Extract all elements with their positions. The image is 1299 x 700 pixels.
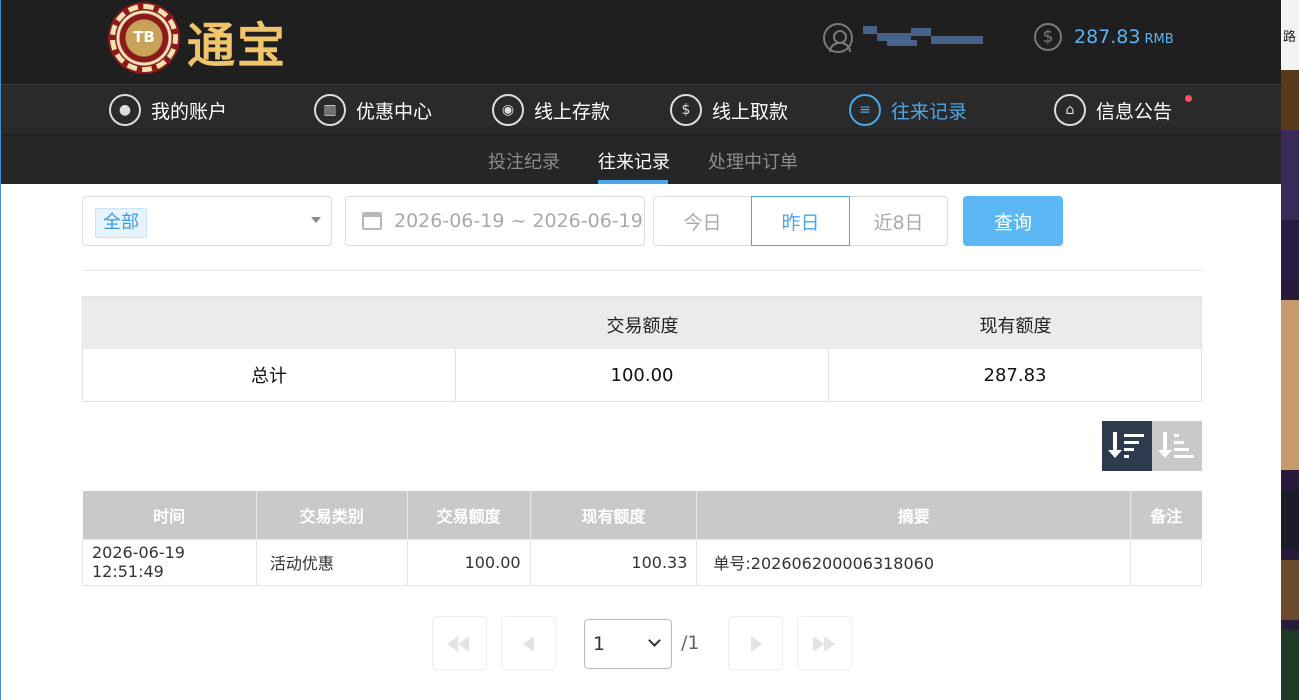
calendar-icon	[362, 212, 382, 230]
main-window: TB 通宝 $ 287.83RMB ● 我的账户 ▥ 优惠中心 ◉ 线上存款	[0, 0, 1281, 700]
left-icon	[523, 636, 534, 652]
cell-time: 2026-06-19 12:51:49	[82, 538, 257, 586]
summary-header-balance: 现有额度	[979, 316, 1052, 337]
nav-item-my-account[interactable]: ● 我的账户	[109, 93, 227, 127]
nav-label: 往来记录	[891, 100, 968, 123]
sub-nav: 投注纪录 往来记录 处理中订单	[1, 134, 1281, 184]
records-icon: ≡	[849, 94, 881, 126]
nav-item-records[interactable]: ≡ 往来记录	[849, 93, 967, 127]
caret-down-icon	[311, 217, 321, 223]
cell-balance: 100.33	[529, 538, 698, 586]
gift-icon: ▥	[314, 94, 346, 126]
page-select[interactable]: 1	[584, 619, 672, 669]
active-tab-indicator	[598, 180, 668, 184]
nav-item-withdraw[interactable]: $ 线上取款	[670, 93, 788, 127]
table-header-row: 时间 交易类别 交易额度 现有额度 摘要 备注	[82, 491, 1202, 539]
balance-display: 287.83 RMB	[1074, 26, 1174, 48]
dollar-coin-icon: $	[1034, 23, 1062, 51]
nav-item-announcements[interactable]: ⌂ 信息公告	[1054, 93, 1172, 127]
background-text: 路	[1283, 30, 1297, 45]
main-nav: ● 我的账户 ▥ 优惠中心 ◉ 线上存款 $ 线上取款 ≡ 往来记录 ⌂ 信息公…	[1, 84, 1281, 134]
user-icon: ●	[109, 94, 141, 126]
withdraw-icon: $	[670, 94, 702, 126]
col-amount: 交易额度	[407, 491, 531, 539]
sort-lines-icon	[1124, 433, 1144, 458]
tab-bet-records[interactable]: 投注纪录	[488, 148, 560, 174]
logo-chip-icon[interactable]: TB	[108, 2, 180, 74]
cell-type: 活动优惠	[255, 538, 408, 586]
sort-lines-icon	[1174, 433, 1194, 458]
logo-badge: TB	[133, 28, 155, 46]
col-note: 备注	[1130, 491, 1202, 539]
nav-item-promotions[interactable]: ▥ 优惠中心	[314, 93, 432, 127]
logo-text[interactable]: 通宝	[187, 6, 287, 76]
right-icon	[751, 636, 762, 652]
tab-pending-orders[interactable]: 处理中订单	[708, 148, 798, 174]
chevron-down-icon	[648, 634, 661, 647]
transactions-table: 时间 交易类别 交易额度 现有额度 摘要 备注 2026-06-19 12:51…	[82, 491, 1202, 586]
background-window-strip: 路	[1281, 0, 1299, 700]
col-balance: 现有额度	[530, 491, 698, 539]
col-time: 时间	[82, 491, 257, 539]
summary-row: 总计 100.00 287.83	[83, 349, 1201, 401]
range-today-button[interactable]: 今日	[653, 196, 752, 246]
nav-item-deposit[interactable]: ◉ 线上存款	[492, 93, 610, 127]
nav-label: 线上取款	[712, 100, 789, 123]
cell-note	[1130, 538, 1202, 586]
account-icon[interactable]	[823, 23, 853, 53]
last-page-button[interactable]	[797, 616, 852, 670]
cell-amount: 100.00	[406, 538, 531, 586]
first-page-button[interactable]	[432, 616, 487, 670]
notification-dot	[1185, 95, 1192, 102]
double-right-icon	[813, 636, 824, 652]
page-total: /1	[681, 632, 700, 654]
nav-label: 我的账户	[151, 100, 228, 123]
balance-currency: RMB	[1144, 32, 1174, 47]
page-select-value: 1	[593, 633, 606, 655]
nav-label: 线上存款	[534, 100, 611, 123]
bell-icon: ⌂	[1054, 94, 1086, 126]
query-button[interactable]: 查询	[963, 196, 1063, 246]
date-range-picker[interactable]: 2026-06-19 ~ 2026-06-19	[345, 196, 645, 246]
sort-descending-button[interactable]	[1102, 421, 1152, 471]
transaction-type-select[interactable]: 全部	[82, 196, 332, 246]
table-row: 2026-06-19 12:51:49 活动优惠 100.00 100.33 单…	[82, 538, 1202, 586]
cell-summary: 单号:202606200006318060	[696, 538, 1132, 586]
selected-type-tag: 全部	[95, 208, 147, 238]
date-range-value: 2026-06-19 ~ 2026-06-19	[394, 210, 643, 232]
range-8days-button[interactable]: 近8日	[849, 196, 948, 246]
nav-label: 信息公告	[1096, 100, 1173, 123]
quick-range-group: 今日 昨日 近8日	[653, 196, 948, 246]
range-yesterday-button[interactable]: 昨日	[751, 196, 850, 246]
col-summary: 摘要	[696, 491, 1132, 539]
balance-amount: 287.83	[1074, 26, 1141, 48]
sort-ascending-button[interactable]	[1152, 421, 1202, 471]
header: TB 通宝 $ 287.83 RMB	[1, 0, 1281, 84]
username-redacted	[863, 24, 985, 50]
prev-page-button[interactable]	[501, 616, 556, 670]
divider	[82, 270, 1202, 271]
col-type: 交易类别	[256, 491, 408, 539]
nav-label: 优惠中心	[356, 100, 433, 123]
arrow-down-icon	[1158, 432, 1172, 458]
arrow-down-icon	[1108, 432, 1122, 458]
summary-total-amount: 100.00	[456, 349, 829, 401]
summary-header-amount: 交易额度	[606, 316, 679, 337]
summary-header: 交易额度 现有额度	[83, 297, 1201, 349]
summary-total-label: 总计	[83, 349, 456, 401]
summary-current-amount: 287.83	[983, 364, 1047, 386]
deposit-icon: ◉	[492, 94, 524, 126]
next-page-button[interactable]	[728, 616, 783, 670]
double-left-icon	[447, 636, 458, 652]
summary-table: 交易额度 现有额度 总计 100.00 287.83	[82, 296, 1202, 402]
tab-transaction-records[interactable]: 往来记录	[598, 148, 670, 174]
